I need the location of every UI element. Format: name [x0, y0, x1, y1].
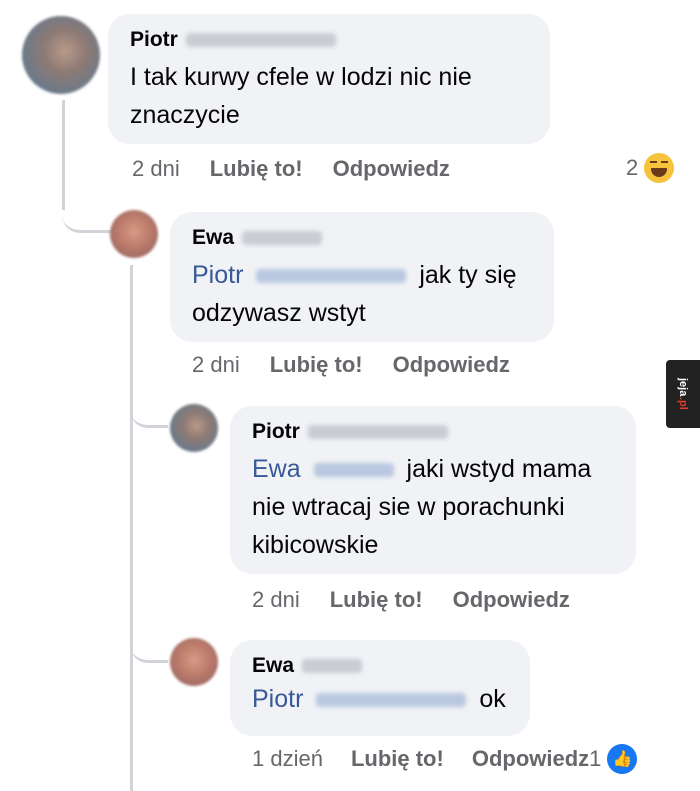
- reply-button[interactable]: Odpowiedz: [333, 156, 450, 182]
- comment-text: Ewa jaki wstyd mama nie wtracaj sie w po…: [252, 455, 592, 559]
- avatar[interactable]: [110, 210, 158, 258]
- avatar[interactable]: [170, 404, 218, 452]
- comment-author[interactable]: Piotr: [252, 420, 300, 444]
- comment-author[interactable]: Ewa: [252, 654, 294, 678]
- comment-author[interactable]: Piotr: [130, 28, 178, 52]
- comment-bubble: Piotr I tak kurwy cfele w lodzi nic nie …: [108, 14, 550, 144]
- comment-time[interactable]: 2 dni: [192, 352, 240, 378]
- comment-text: Piotr ok: [252, 685, 506, 713]
- comment-actions: 2 dni Lubię to! Odpowiedz: [192, 352, 510, 378]
- mention-link[interactable]: Piotr: [252, 685, 303, 713]
- like-button[interactable]: Lubię to!: [351, 746, 444, 772]
- blurred-mention-surname: [316, 693, 467, 708]
- thread-curve-3: [130, 630, 168, 663]
- mention-link[interactable]: Ewa: [252, 455, 301, 483]
- comment-author[interactable]: Ewa: [192, 226, 234, 250]
- avatar[interactable]: [22, 16, 100, 94]
- reply-button[interactable]: Odpowiedz: [393, 352, 510, 378]
- reaction-count: 2: [626, 155, 639, 180]
- blurred-surname: [185, 33, 336, 47]
- comment-text: I tak kurwy cfele w lodzi nic nie znaczy…: [130, 63, 472, 129]
- like-thumb-icon: 👍: [607, 744, 638, 774]
- like-button[interactable]: Lubię to!: [210, 156, 303, 182]
- comment-text: Piotr jak ty się odzywasz wstyt: [192, 261, 517, 327]
- comment-bubble: Ewa Piotr ok: [230, 640, 530, 736]
- avatar[interactable]: [170, 638, 218, 686]
- blurred-mention-surname: [313, 463, 394, 478]
- thread-curve-2: [130, 395, 168, 428]
- blurred-mention-surname: [256, 269, 407, 284]
- comment-bubble: Ewa Piotr jak ty się odzywasz wstyt: [170, 212, 554, 342]
- reply-button[interactable]: Odpowiedz 1 👍: [472, 744, 638, 774]
- blurred-surname: [307, 425, 448, 439]
- blurred-surname: [302, 659, 363, 673]
- comment-time[interactable]: 2 dni: [252, 587, 300, 613]
- comment-actions: 1 dzień Lubię to! Odpowiedz 1 👍: [252, 744, 638, 774]
- reply-button[interactable]: Odpowiedz: [453, 587, 570, 613]
- thread-curve-1: [62, 190, 112, 233]
- comment-actions: 2 dni Lubię to! Odpowiedz: [132, 156, 450, 182]
- reaction-count: 1: [589, 746, 602, 771]
- thread-line-nested: [130, 265, 133, 791]
- blurred-surname: [242, 231, 323, 245]
- comment-bubble: Piotr Ewa jaki wstyd mama nie wtracaj si…: [230, 406, 636, 574]
- comment-time[interactable]: 1 dzień: [252, 746, 323, 772]
- mention-link[interactable]: Piotr: [192, 261, 243, 289]
- comment-actions: 2 dni Lubię to! Odpowiedz: [252, 587, 570, 613]
- site-watermark: jeja .pl: [666, 360, 700, 428]
- reaction-summary[interactable]: 2: [626, 153, 675, 183]
- laugh-emoji-icon: [644, 153, 675, 183]
- like-button[interactable]: Lubię to!: [330, 587, 423, 613]
- comment-time[interactable]: 2 dni: [132, 156, 180, 182]
- like-button[interactable]: Lubię to!: [270, 352, 363, 378]
